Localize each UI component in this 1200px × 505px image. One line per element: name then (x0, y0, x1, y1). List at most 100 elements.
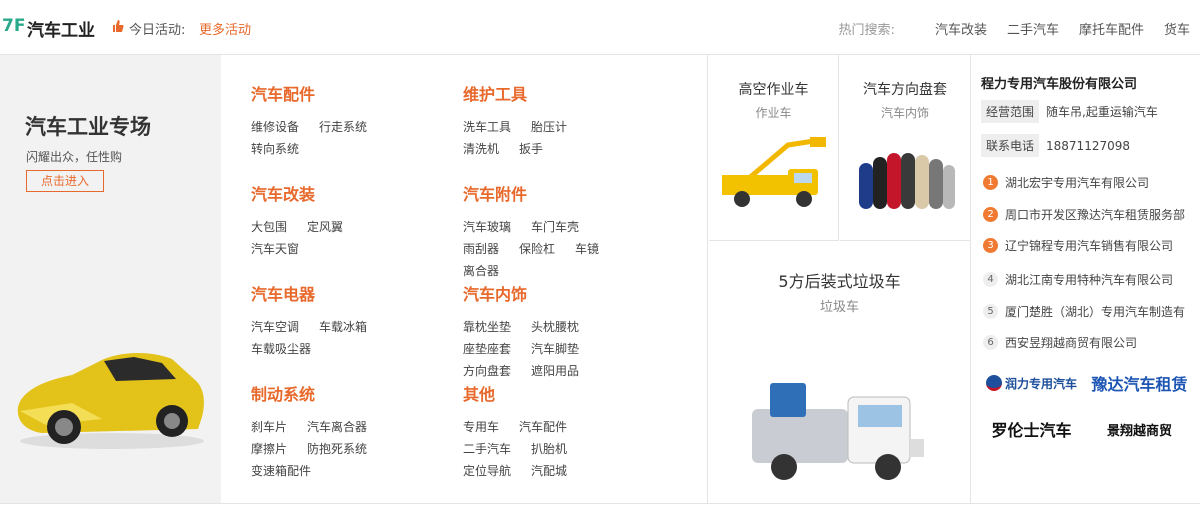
promo-banner[interactable]: 汽车工业专场 闪耀出众，任性购 点击进入 (0, 55, 221, 503)
phone-label: 联系电话 (981, 134, 1040, 157)
category-link[interactable]: 汽车脚垫 (531, 338, 579, 360)
category-link[interactable]: 大包围 (251, 216, 287, 238)
category-link[interactable]: 防抱死系统 (307, 438, 367, 460)
category-group: 其他 专用车 汽车配件 二手汽车 扒胎机 定位导航 汽配城 (463, 381, 663, 482)
company-panel: 程力专用汽车股份有限公司 经营范围 随车吊,起重运输汽车 联系电话 188711… (970, 55, 1200, 503)
business-scope: 经营范围 随车吊,起重运输汽车 (981, 100, 1158, 123)
category-link[interactable]: 扳手 (519, 138, 543, 160)
ranking-item[interactable]: 5 厦门楚胜（湖北）专用汽车制造有 (983, 303, 1198, 320)
rank-number: 5 (983, 304, 998, 319)
product-name: 汽车方向盘套 (863, 82, 947, 98)
category-title[interactable]: 汽车配件 (251, 81, 451, 105)
product-category: 汽车内饰 (880, 106, 929, 120)
promo-subtitle: 闪耀出众，任性购 (26, 150, 123, 164)
ranking-item[interactable]: 1 湖北宏宇专用汽车有限公司 (983, 174, 1198, 191)
logo-emblem-icon (985, 375, 1002, 391)
phone-value: 18871127098 (1046, 138, 1130, 153)
ranking-item[interactable]: 2 周口市开发区豫达汽车租赁服务部 (983, 206, 1198, 223)
more-activities-link[interactable]: 更多活动 (199, 19, 251, 38)
product-tile[interactable]: 汽车方向盘套 汽车内饰 (840, 55, 970, 241)
category-link[interactable]: 汽车配件 (519, 416, 567, 438)
ranking-item[interactable]: 6 西安昱翔越商贸有限公司 (983, 334, 1198, 351)
hot-keyword-link[interactable]: 摩托车配件 (1079, 19, 1144, 38)
category-link[interactable]: 定位导航 (463, 460, 511, 482)
product-name: 5方后装式垃圾车 (778, 272, 901, 291)
category-link[interactable]: 刹车片 (251, 416, 287, 438)
promo-title: 汽车工业专场 (25, 115, 151, 139)
category-link[interactable]: 扒胎机 (531, 438, 567, 460)
company-logo[interactable]: 润力专用汽车 (981, 364, 1082, 402)
logo-text: 罗伦士汽车 (991, 421, 1072, 440)
product-tile[interactable]: 5方后装式垃圾车 垃圾车 (709, 242, 970, 503)
category-link[interactable]: 二手汽车 (463, 438, 511, 460)
category-link[interactable]: 车镜 (575, 238, 599, 260)
category-link[interactable]: 保险杠 (519, 238, 555, 260)
floor-header: 7F 汽车工业 今日活动: 更多活动 热门搜索: 汽车改装 二手汽车 摩托车配件… (0, 0, 1200, 54)
category-group: 维护工具 洗车工具 胎压计 清洗机 扳手 (463, 81, 663, 160)
rank-number: 2 (983, 207, 998, 222)
category-link[interactable]: 胎压计 (531, 116, 567, 138)
ranking-item[interactable]: 4 湖北江南专用特种汽车有限公司 (983, 271, 1198, 288)
company-name[interactable]: 程力专用汽车股份有限公司 (981, 73, 1137, 92)
category-link[interactable]: 专用车 (463, 416, 499, 438)
category-title[interactable]: 其他 (463, 381, 663, 405)
floor-title[interactable]: 汽车工业 (27, 16, 95, 41)
category-links: 靠枕坐垫 头枕腰枕 座垫座套 汽车脚垫 方向盘套 遮阳用品 (463, 316, 643, 382)
ranking-item[interactable]: 3 辽宁锦程专用汽车销售有限公司 (983, 237, 1198, 254)
rank-company: 厦门楚胜（湖北）专用汽车制造有 (1005, 305, 1186, 319)
rank-number: 6 (983, 335, 998, 350)
category-group: 汽车改装 大包围 定风翼 汽车天窗 (251, 181, 451, 260)
category-links: 汽车空调 车载冰箱 车载吸尘器 (251, 316, 431, 360)
hot-keyword-link[interactable]: 货车 (1164, 19, 1190, 38)
category-link[interactable]: 汽车空调 (251, 316, 299, 338)
category-link[interactable]: 雨刮器 (463, 238, 499, 260)
product-name: 高空作业车 (738, 82, 809, 98)
contact-phone: 联系电话 18871127098 (981, 134, 1130, 157)
category-link[interactable]: 汽车天窗 (251, 238, 299, 260)
category-link[interactable]: 遮阳用品 (531, 360, 579, 382)
hot-keyword-link[interactable]: 汽车改装 (935, 19, 987, 38)
category-link[interactable]: 车门车壳 (531, 216, 579, 238)
company-logo[interactable]: 景翔越商贸 (1089, 410, 1190, 448)
category-link[interactable]: 汽车离合器 (307, 416, 367, 438)
category-link[interactable]: 转向系统 (251, 138, 299, 160)
rank-company: 周口市开发区豫达汽车租赁服务部 (1005, 208, 1186, 222)
hot-search: 热门搜索: 汽车改装 二手汽车 摩托车配件 货车 (839, 19, 1190, 38)
category-title[interactable]: 制动系统 (251, 381, 451, 405)
category-title[interactable]: 汽车电器 (251, 281, 451, 305)
company-logo[interactable]: 豫达汽车租赁 (1089, 364, 1190, 402)
category-links: 汽车玻璃 车门车壳 雨刮器 保险杠 车镜 离合器 (463, 216, 643, 282)
product-tile[interactable]: 高空作业车 作业车 (709, 55, 839, 241)
garbage-truck-image (751, 383, 924, 480)
category-links: 刹车片 汽车离合器 摩擦片 防抱死系统 变速箱配件 (251, 416, 431, 482)
activity-label: 今日活动: (129, 23, 186, 38)
hot-keyword-link[interactable]: 二手汽车 (1007, 19, 1059, 38)
category-link[interactable]: 离合器 (463, 260, 499, 282)
category-title[interactable]: 维护工具 (463, 81, 663, 105)
company-logo[interactable]: 罗伦士汽车 (981, 410, 1082, 448)
category-title[interactable]: 汽车内饰 (463, 281, 663, 305)
category-title[interactable]: 汽车附件 (463, 181, 663, 205)
category-link[interactable]: 座垫座套 (463, 338, 511, 360)
rank-company: 辽宁锦程专用汽车销售有限公司 (1005, 239, 1174, 253)
enter-button[interactable]: 点击进入 (26, 170, 104, 192)
category-link[interactable]: 行走系统 (319, 116, 367, 138)
category-link[interactable]: 清洗机 (463, 138, 499, 160)
category-link[interactable]: 定风翼 (307, 216, 343, 238)
category-link[interactable]: 靠枕坐垫 (463, 316, 511, 338)
category-link[interactable]: 维修设备 (251, 116, 299, 138)
category-link[interactable]: 车载冰箱 (319, 316, 367, 338)
category-title[interactable]: 汽车改装 (251, 181, 451, 205)
rank-company: 西安昱翔越商贸有限公司 (1005, 336, 1138, 350)
category-link[interactable]: 车载吸尘器 (251, 338, 311, 360)
category-link[interactable]: 方向盘套 (463, 360, 511, 382)
category-group: 汽车附件 汽车玻璃 车门车壳 雨刮器 保险杠 车镜 离合器 (463, 181, 663, 282)
category-link[interactable]: 变速箱配件 (251, 460, 311, 482)
category-link[interactable]: 汽车玻璃 (463, 216, 511, 238)
category-link[interactable]: 头枕腰枕 (531, 316, 579, 338)
category-link[interactable]: 摩擦片 (251, 438, 287, 460)
floor-number: 7F (2, 16, 26, 36)
category-group: 汽车配件 维修设备 行走系统 转向系统 (251, 81, 451, 160)
category-link[interactable]: 汽配城 (531, 460, 567, 482)
category-link[interactable]: 洗车工具 (463, 116, 511, 138)
